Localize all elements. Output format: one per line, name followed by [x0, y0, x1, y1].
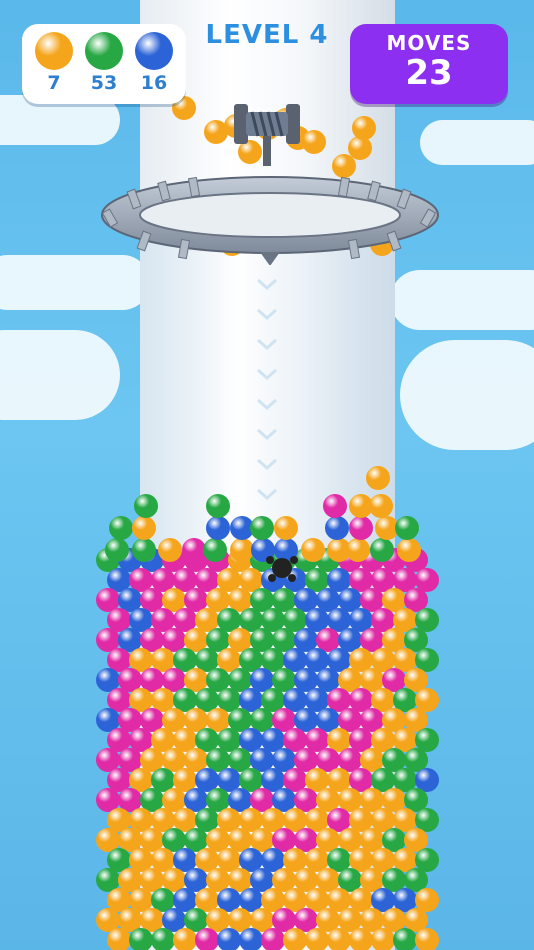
counter-blue: 16: [130, 30, 178, 100]
orange-count: 7: [47, 72, 61, 94]
counter-green: 53: [80, 30, 128, 100]
ball: [151, 928, 175, 950]
ball: [370, 538, 395, 562]
green-ball-icon: [85, 32, 123, 70]
ball: [217, 928, 241, 950]
ball: [352, 116, 376, 140]
blue-ball-icon: [135, 32, 173, 70]
ball-counter-panel: 7 53 16: [22, 24, 186, 104]
ball: [206, 516, 231, 540]
ball: [107, 928, 131, 950]
saw-ring[interactable]: [100, 170, 440, 265]
ball: [195, 928, 219, 950]
level-label: LEVEL 4: [205, 20, 329, 50]
ball: [105, 538, 129, 562]
blue-count: 16: [140, 72, 168, 94]
ball: [300, 538, 325, 562]
orange-ball-icon: [35, 32, 73, 70]
ball: [366, 466, 390, 490]
ball: [371, 928, 395, 950]
counter-orange: 7: [30, 30, 78, 100]
ball: [157, 538, 182, 562]
ball: [283, 928, 307, 950]
ball: [394, 516, 419, 540]
ball: [305, 928, 329, 950]
green-count: 53: [90, 72, 118, 94]
ball: [415, 928, 439, 950]
ball: [396, 538, 421, 562]
ball: [349, 516, 374, 540]
ball: [393, 928, 417, 950]
ball: [133, 494, 158, 518]
rope-axle-icon: [234, 104, 300, 166]
moves-label: MOVES: [386, 31, 472, 55]
ball: [274, 516, 299, 540]
ball: [327, 928, 351, 950]
ball: [323, 494, 348, 518]
ball: [202, 538, 227, 562]
moves-value: 23: [405, 53, 453, 93]
ball: [349, 928, 373, 950]
ball: [206, 494, 231, 518]
ball: [131, 538, 156, 562]
ball: [132, 516, 157, 540]
bomb-icon[interactable]: [264, 550, 300, 586]
moves-panel: MOVES 23: [350, 24, 508, 104]
ball: [325, 516, 350, 540]
ball: [345, 538, 370, 562]
ball: [239, 928, 263, 950]
ball: [302, 130, 326, 154]
ball: [249, 516, 274, 540]
ball: [261, 928, 285, 950]
ball: [109, 516, 134, 540]
game-scene[interactable]: 7 53 16 LEVEL 4 MOVES 23: [0, 0, 534, 950]
ball: [173, 928, 197, 950]
ball: [369, 494, 394, 518]
ball: [129, 928, 153, 950]
